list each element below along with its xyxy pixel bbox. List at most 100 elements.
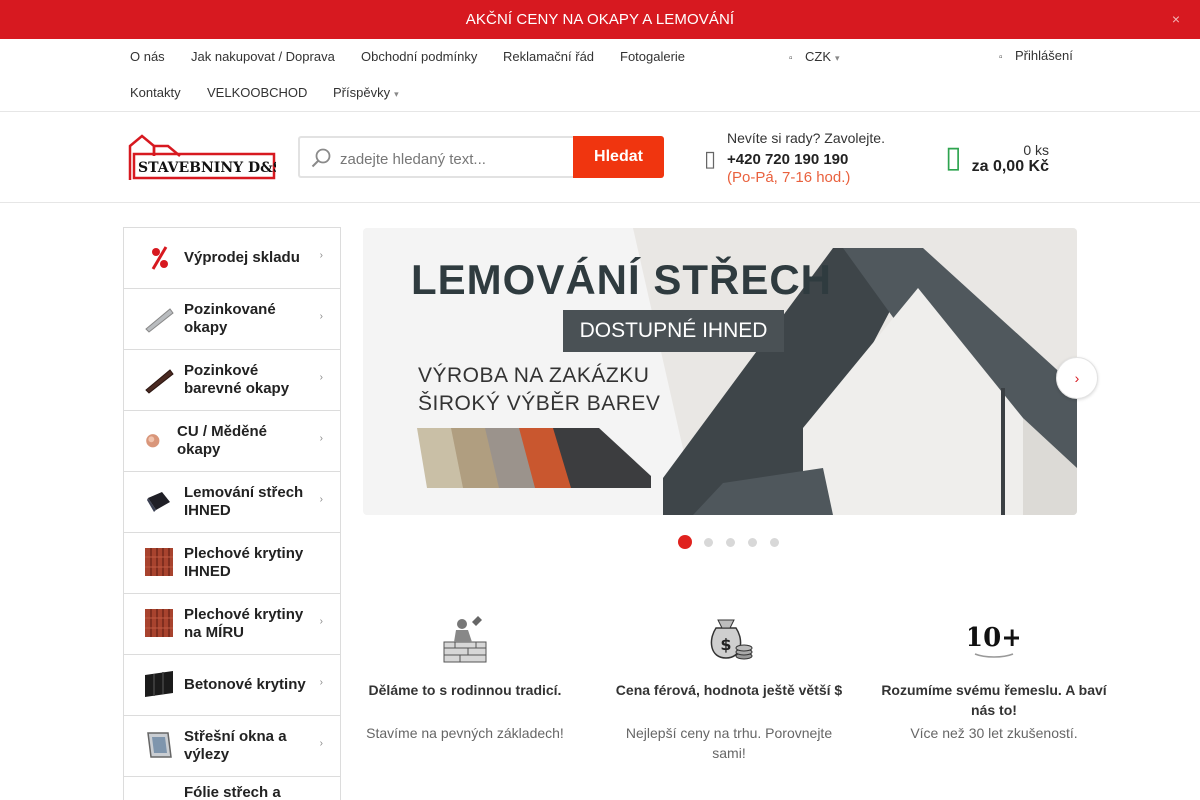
cart-icon[interactable]: ▯ [945,140,963,174]
flashing-color-samples [417,428,651,488]
help-question: Nevíte si rady? Zavolejte. [727,130,885,146]
chevron-right-icon: › [319,616,323,627]
category-pozinkovane-okapy[interactable]: Pozinkované okapy › [124,289,340,350]
promo-bar: AKČNÍ CENY NA OKAPY A LEMOVÁNÍ × [0,0,1200,39]
cart-quantity[interactable]: 0 ks [1023,142,1049,158]
ten-plus-years-icon: 10+ [969,623,1019,658]
user-icon: ▫ [999,52,1003,63]
chevron-right-icon: › [319,494,323,505]
category-label: Plechové krytiny na MÍRU [184,606,304,641]
nav-link-fotogalerie[interactable]: Fotogalerie [620,49,685,64]
close-icon[interactable]: × [1172,11,1180,27]
nav-link-jak-nakupovat[interactable]: Jak nakupovat / Doprava [191,49,335,64]
help-phone[interactable]: +420 720 190 190 [727,151,848,168]
chevron-right-icon: › [319,677,323,688]
chevron-right-icon: › [1074,370,1080,386]
logo-text: STAVEBNINY D&S [138,160,276,176]
category-label: Pozinkované okapy [184,301,276,336]
chevron-right-icon: › [319,372,323,383]
zinc-gutter-icon [145,308,174,333]
color-gutter-icon [145,369,174,394]
nav-link-velkoobchod[interactable]: VELKOOBCHOD [207,85,307,100]
category-label: Pozinkové barevné okapy [184,362,290,397]
category-betonove-krytiny[interactable]: Betonové krytiny › [124,655,340,716]
chevron-down-icon: ▾ [835,53,840,63]
slider-dot-2[interactable] [704,538,713,547]
feature-subtitle: Nejlepší ceny na trhu. Porovnejte sami! [625,725,833,761]
hero-banner[interactable]: LEMOVÁNÍ STŘECH DOSTUPNÉ IHNED VÝROBA NA… [363,228,1077,515]
chevron-right-icon: › [319,250,323,261]
category-cu-medene-okapy[interactable]: CU / Měděné okapy › [124,411,340,472]
category-label: Plechové krytiny IHNED [184,545,304,580]
svg-text:$: $ [720,635,731,654]
category-label: Výprodej skladu [184,249,300,266]
chevron-right-icon: › [319,311,323,322]
category-plechove-krytiny-ihned[interactable]: Plechové krytiny IHNED [124,533,340,594]
site-header: STAVEBNINY D&S Hledat ▯ Nevíte si rady? … [0,112,1200,203]
cart-total[interactable]: za 0,00 Kč [972,158,1049,176]
currency-icon: ▫ [789,53,793,64]
top-navigation: O nás Jak nakupovat / Doprava Obchodní p… [0,39,1200,112]
search-button[interactable]: Hledat [573,136,664,178]
promo-text[interactable]: AKČNÍ CENY NA OKAPY A LEMOVÁNÍ [0,11,1200,28]
help-hours: (Po-Pá, 7-16 hod.) [727,169,851,186]
copper-gutter-icon [146,434,160,448]
chevron-down-icon: ▾ [394,89,399,99]
banner-line-2: ŠIROKÝ VÝBĚR BAREV [418,392,661,415]
login-label: Přihlášení [1015,48,1073,63]
category-lemovani-strech[interactable]: Lemování střech IHNED › [124,472,340,533]
category-sidebar: Výprodej skladu › Pozinkované okapy › Po… [123,227,341,800]
login-link[interactable]: ▫ Přihlášení [999,48,1073,63]
category-label: Betonové krytiny [184,676,306,693]
nav-link-prispevky[interactable]: Příspěvky ▾ [333,85,399,100]
slider-dot-5[interactable] [770,538,779,547]
family-tradition-icon [443,616,487,663]
nav-link-prispevky-label: Příspěvky [333,85,391,100]
slider-dots [678,535,798,549]
metal-roofing-custom-icon [145,609,173,637]
metal-roofing-icon [145,548,173,576]
slider-dot-1[interactable] [678,535,692,549]
feature-title: Cena férová, hodnota ještě větší $ [615,682,843,698]
banner-line-1: VÝROBA NA ZAKÁZKU [418,364,650,387]
slider-dot-3[interactable] [726,538,735,547]
svg-text:10+: 10+ [969,623,1019,653]
nav-link-o-nas[interactable]: O nás [130,49,165,64]
search-icon [311,148,331,168]
category-label: CU / Měděné okapy [177,423,268,458]
feature-subtitle: Stavíme na pevných základech! [366,725,564,741]
search-form: Hledat [298,136,664,178]
category-pozinkove-barevne-okapy[interactable]: Pozinkové barevné okapy › [124,350,340,411]
banner-title: LEMOVÁNÍ STŘECH [411,256,833,303]
banner-chip: DOSTUPNÉ IHNED [563,310,784,352]
concrete-tile-icon [145,671,173,697]
slider-next-button[interactable]: › [1056,357,1098,399]
chevron-right-icon: › [319,433,323,444]
nav-link-reklamacni-rad[interactable]: Reklamační řád [503,49,594,64]
search-box [298,136,574,178]
category-folie-strech[interactable]: Fólie střech a › [124,777,340,800]
category-stresni-okna[interactable]: Střešní okna a výlezy › [124,716,340,777]
site-logo[interactable]: STAVEBNINY D&S [128,134,276,182]
roof-flashing-icon [147,492,170,512]
currency-label: CZK [805,49,831,64]
feature-subtitle: Více než 30 let zkušeností. [910,725,1078,741]
currency-selector[interactable]: ▫ CZK ▾ [789,49,840,64]
chevron-right-icon: › [319,738,323,749]
nav-link-kontakty[interactable]: Kontakty [130,85,181,100]
category-label: Lemování střech IHNED [184,484,304,519]
phone-icon: ▯ [704,146,717,171]
category-vyprodej-skladu[interactable]: Výprodej skladu › [124,228,340,289]
feature-title: Rozumíme svému řemeslu. A baví nás to! [881,682,1107,718]
feature-title: Děláme to s rodinnou tradicí. [368,682,562,698]
nav-link-obchodni-podminky[interactable]: Obchodní podmínky [361,49,477,64]
category-plechove-krytiny-na-miru[interactable]: Plechové krytiny na MÍRU › [124,594,340,655]
category-label: Fólie střech a [184,784,281,800]
roof-window-icon [147,732,172,758]
search-input[interactable] [340,149,566,169]
category-label: Střešní okna a výlezy [184,728,287,763]
roof-foil-icon [144,791,174,800]
money-bag-icon: $ [710,619,753,660]
slider-dot-4[interactable] [748,538,757,547]
sale-percent-icon [151,246,168,270]
